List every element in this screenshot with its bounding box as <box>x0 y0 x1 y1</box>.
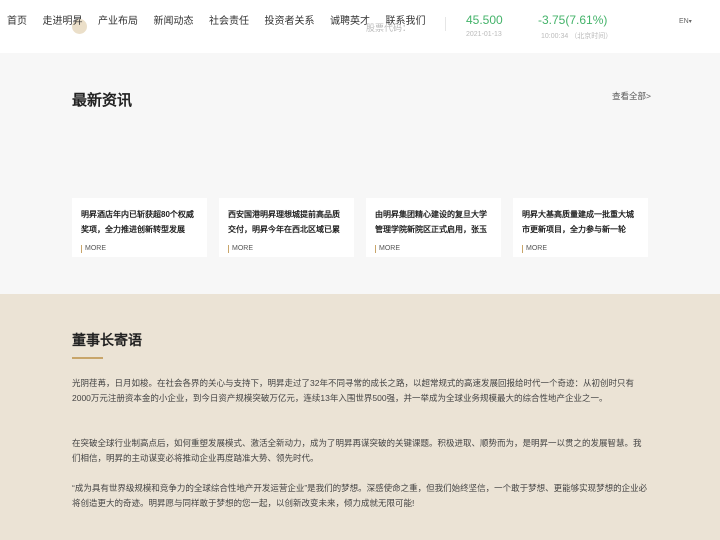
chairman-section-title: 董事长寄语 <box>72 332 142 348</box>
nav-item-social-responsibility[interactable]: 社会责任 <box>209 15 249 29</box>
language-switch[interactable]: EN▾ <box>679 18 692 25</box>
stock-date: 2021-01-13 <box>466 31 502 38</box>
view-all-link[interactable]: 查看全部> <box>612 90 651 102</box>
stock-code-label: 股票代码： <box>366 23 412 33</box>
news-section-title: 最新资讯 <box>72 92 133 109</box>
nav-item-home[interactable]: 首页 <box>7 15 27 29</box>
news-card-title: 西安国港明昇理想城提前高品质交付，明昇今年在西北区域已累 <box>228 210 340 234</box>
nav-item-news[interactable]: 新闻动态 <box>154 15 194 29</box>
news-card-title: 明昇大基高质量建成一批重大城市更新项目，全力参与新一轮 <box>522 210 634 234</box>
nav-item-careers[interactable]: 诚聘英才 <box>330 15 370 29</box>
nav-item-about[interactable]: 走进明昇 <box>43 15 83 29</box>
news-card[interactable]: 西安国港明昇理想城提前高品质交付，明昇今年在西北区域已累 MORE <box>219 198 354 257</box>
news-card[interactable]: 由明昇集团精心建设的复旦大学管理学院新院区正式启用，张玉 MORE <box>366 198 501 257</box>
chairman-paragraph: “成为具有世界级规模和竞争力的全球综合性地产开发运营企业”是我们的梦想。深感使命… <box>72 483 648 508</box>
top-bar: 首页 走进明昇 产业布局 新闻动态 社会责任 投资者关系 诚聘英才 联系我们 股… <box>0 0 720 53</box>
more-link[interactable]: MORE <box>522 245 547 253</box>
news-card[interactable]: 明昇酒店年内已斩获超80个权威奖项，全力推进创新转型发展 MORE <box>72 198 207 257</box>
stock-change: -3.75(7.61%) <box>538 13 608 27</box>
chairman-message-section: 董事长寄语 光阴荏苒，日月如梭。在社会各界的关心与支持下，明昇走过了32年不同寻… <box>0 294 720 540</box>
news-card-title: 由明昇集团精心建设的复旦大学管理学院新院区正式启用，张玉 <box>375 210 487 234</box>
more-link[interactable]: MORE <box>228 245 253 253</box>
more-link[interactable]: MORE <box>81 245 106 253</box>
language-label: EN <box>679 18 689 25</box>
more-link[interactable]: MORE <box>375 245 400 253</box>
stock-time: 10:00:34 （北京时间） <box>541 33 613 40</box>
news-section: 最新资讯 查看全部> 明昇酒店年内已斩获超80个权威奖项，全力推进创新转型发展 … <box>0 53 720 294</box>
title-underline <box>72 357 103 359</box>
news-card[interactable]: 明昇大基高质量建成一批重大城市更新项目，全力参与新一轮 MORE <box>513 198 648 257</box>
nav-item-investor-relations[interactable]: 投资者关系 <box>265 15 315 29</box>
stock-price: 45.500 <box>466 13 503 27</box>
nav-item-industry[interactable]: 产业布局 <box>98 15 138 29</box>
news-card-title: 明昇酒店年内已斩获超80个权威奖项，全力推进创新转型发展 <box>81 210 194 234</box>
chevron-down-icon: ▾ <box>688 19 692 25</box>
stock-divider <box>445 17 446 31</box>
chairman-paragraph: 光阴荏苒，日月如梭。在社会各界的关心与支持下，明昇走过了32年不同寻常的成长之路… <box>72 378 634 403</box>
chairman-paragraph: 在突破全球行业制高点后，如何重塑发展模式、激活全新动力，成为了明昇再谋突破的关键… <box>72 438 642 463</box>
